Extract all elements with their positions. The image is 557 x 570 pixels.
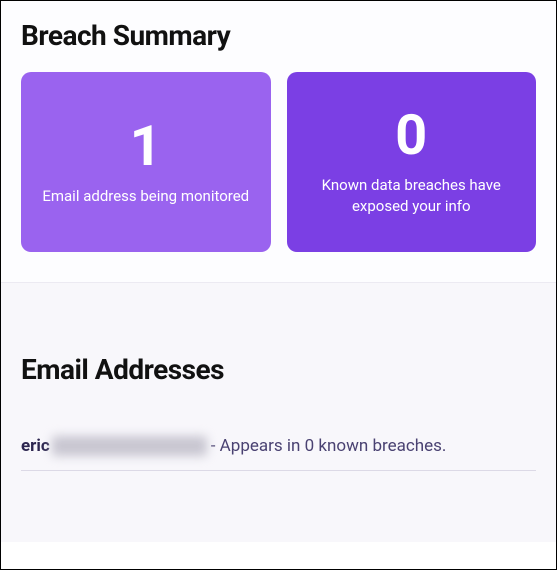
email-row: eric - Appears in 0 known breaches. bbox=[21, 436, 536, 471]
email-redacted bbox=[52, 436, 207, 456]
known-breaches-card: 0 Known data breaches have exposed your … bbox=[287, 72, 537, 252]
email-breach-status: - Appears in 0 known breaches. bbox=[211, 436, 447, 456]
email-addresses-section: Email Addresses eric - Appears in 0 know… bbox=[1, 282, 556, 542]
stats-row: 1 Email address being monitored 0 Known … bbox=[21, 72, 536, 252]
email-prefix: eric bbox=[21, 436, 50, 456]
monitored-email-count: 1 bbox=[130, 118, 162, 174]
breach-summary-title: Breach Summary bbox=[21, 19, 536, 52]
known-breaches-label: Known data breaches have exposed your in… bbox=[305, 175, 519, 217]
breach-summary-section: Breach Summary 1 Email address being mon… bbox=[1, 1, 556, 282]
email-addresses-title: Email Addresses bbox=[21, 353, 536, 386]
monitored-email-label: Email address being monitored bbox=[42, 186, 249, 207]
known-breaches-count: 0 bbox=[395, 107, 427, 163]
monitored-email-card: 1 Email address being monitored bbox=[21, 72, 271, 252]
